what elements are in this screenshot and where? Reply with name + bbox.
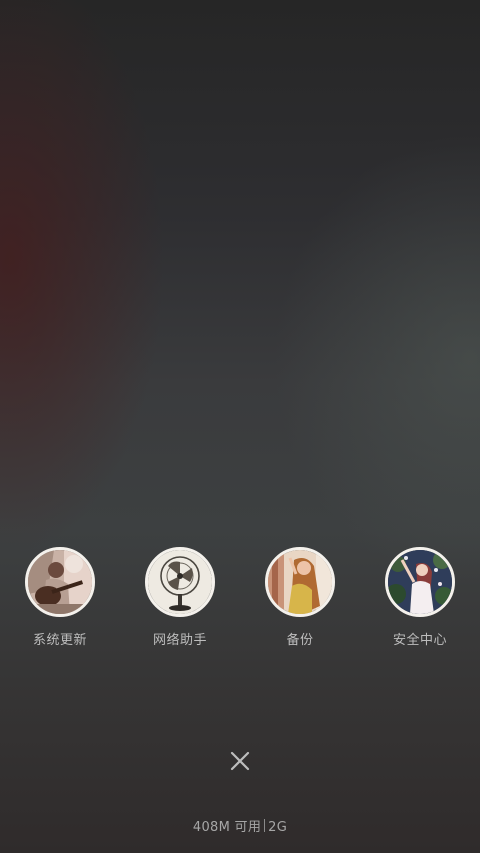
guitarist-photo-icon [25,547,95,617]
app-label: 安全中心 [392,633,447,648]
available-memory: 408M 可用 [192,820,262,835]
app-network-assistant[interactable]: 网络助手 [125,547,235,648]
total-memory: 2G [268,820,288,835]
recent-apps-row: 系统更新 网络助手 备份 安全中心 [0,547,480,657]
fan-photo-icon [145,547,215,617]
app-label: 网络助手 [152,633,207,648]
close-icon [230,751,250,771]
memory-status: 408M 可用 2G [0,816,480,835]
app-backup[interactable]: 备份 [245,547,355,648]
separator [264,819,266,832]
app-label: 备份 [286,633,314,648]
girl-photo-icon [265,547,335,617]
girl-garden-photo-icon [385,547,455,617]
app-label: 系统更新 [32,633,87,648]
app-system-update[interactable]: 系统更新 [5,547,115,648]
close-button[interactable] [226,747,254,775]
app-security-center[interactable]: 安全中心 [365,547,475,648]
